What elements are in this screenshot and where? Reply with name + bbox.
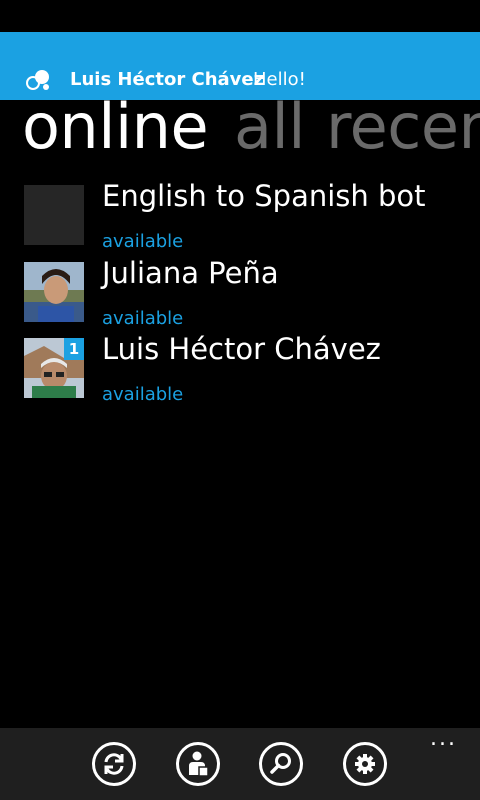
- tab-recent[interactable]: recen: [326, 92, 480, 162]
- contact-item[interactable]: English to Spanish bot available: [24, 179, 464, 252]
- search-icon: [270, 753, 291, 774]
- contact-name: Juliana Peña: [102, 256, 279, 290]
- settings-button[interactable]: [343, 742, 387, 786]
- contact-name: Luis Héctor Chávez: [102, 332, 381, 366]
- contact-item[interactable]: Juliana Peña available: [24, 256, 464, 329]
- contact-status: available: [102, 231, 184, 252]
- pivot-header: online all recen: [0, 92, 480, 162]
- app-bar: ...: [0, 728, 480, 800]
- tab-all[interactable]: all: [234, 92, 305, 162]
- add-contact-button[interactable]: [176, 742, 220, 786]
- contact-item[interactable]: 1 Luis Héctor Chávez available: [24, 332, 464, 405]
- avatar: [24, 262, 84, 322]
- refresh-icon: [104, 753, 124, 775]
- gear-icon: [355, 754, 375, 774]
- person-icon: [189, 751, 209, 777]
- status-bar: [0, 0, 480, 32]
- header-bar: Luis Héctor Chávez Hello!: [0, 32, 480, 100]
- contact-name: English to Spanish bot: [102, 179, 426, 213]
- status-message[interactable]: Hello!: [253, 69, 306, 90]
- refresh-button[interactable]: [92, 742, 136, 786]
- more-options-button[interactable]: ...: [430, 728, 460, 750]
- contact-status: available: [102, 384, 184, 405]
- avatar-photo: [24, 262, 84, 322]
- contact-status: available: [102, 308, 184, 329]
- avatar: [24, 185, 84, 245]
- app-logo-icon: [26, 70, 49, 90]
- unread-badge: 1: [64, 338, 84, 360]
- user-name[interactable]: Luis Héctor Chávez: [70, 69, 264, 90]
- tab-online[interactable]: online: [22, 92, 209, 162]
- search-button[interactable]: [259, 742, 303, 786]
- avatar: 1: [24, 338, 84, 398]
